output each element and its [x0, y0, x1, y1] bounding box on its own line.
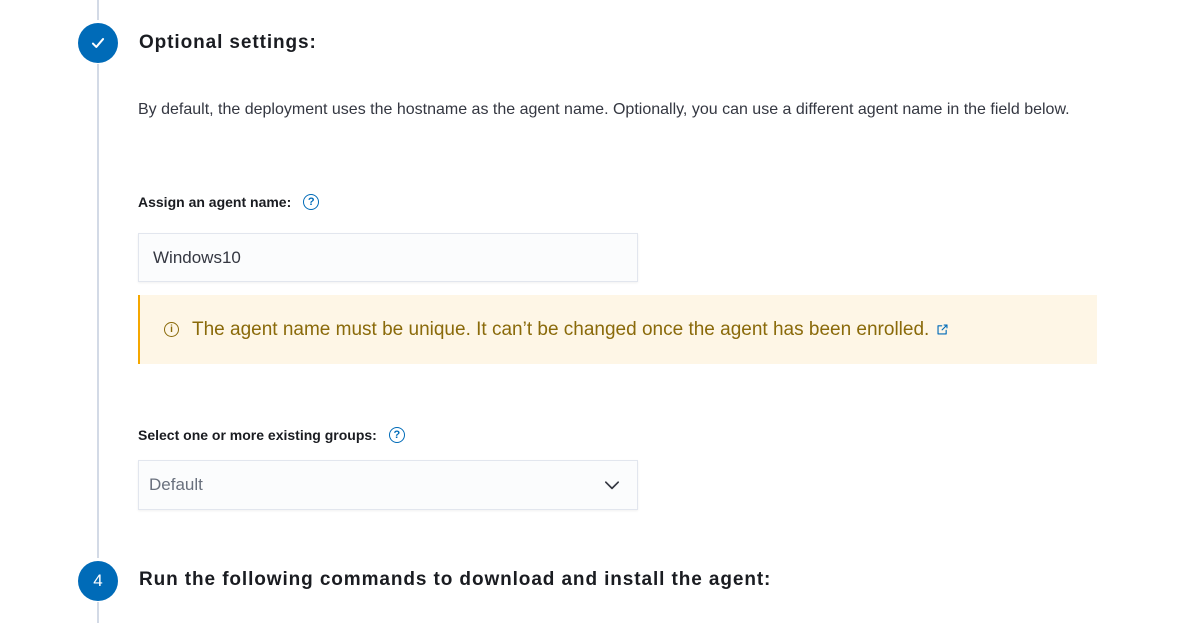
question-circle-icon[interactable]: ? — [303, 194, 320, 210]
step-connector-line — [97, 0, 99, 20]
groups-select[interactable]: Default — [138, 460, 638, 510]
groups-label-text: Select one or more existing groups: — [138, 427, 377, 443]
step-3-description: By default, the deployment uses the host… — [138, 101, 1070, 118]
deployment-steps: Optional settings: By default, the deplo… — [0, 0, 1196, 623]
agent-name-warning-callout: i The agent name must be unique. It can’… — [138, 295, 1097, 364]
agent-name-label: Assign an agent name: ? — [138, 194, 320, 210]
step-3-title: Optional settings: — [139, 32, 317, 53]
agent-name-label-text: Assign an agent name: — [138, 194, 292, 210]
info-icon: i — [164, 322, 179, 337]
step-connector-line — [97, 64, 99, 558]
groups-selected-value: Default — [149, 475, 203, 494]
agent-name-input[interactable]: Windows10 — [138, 233, 638, 282]
chevron-down-icon — [604, 481, 620, 490]
external-link-icon[interactable] — [936, 323, 949, 336]
groups-label: Select one or more existing groups: ? — [138, 427, 405, 443]
agent-name-input-value: Windows10 — [153, 247, 241, 267]
step-connector-line — [97, 602, 99, 623]
check-icon — [91, 38, 105, 48]
step-4-title: Run the following commands to download a… — [139, 569, 772, 590]
step-3-complete-badge — [78, 23, 118, 63]
callout-text: The agent name must be unique. It can’t … — [192, 318, 930, 340]
question-circle-icon[interactable]: ? — [388, 427, 405, 443]
step-4-number-badge: 4 — [78, 561, 118, 601]
